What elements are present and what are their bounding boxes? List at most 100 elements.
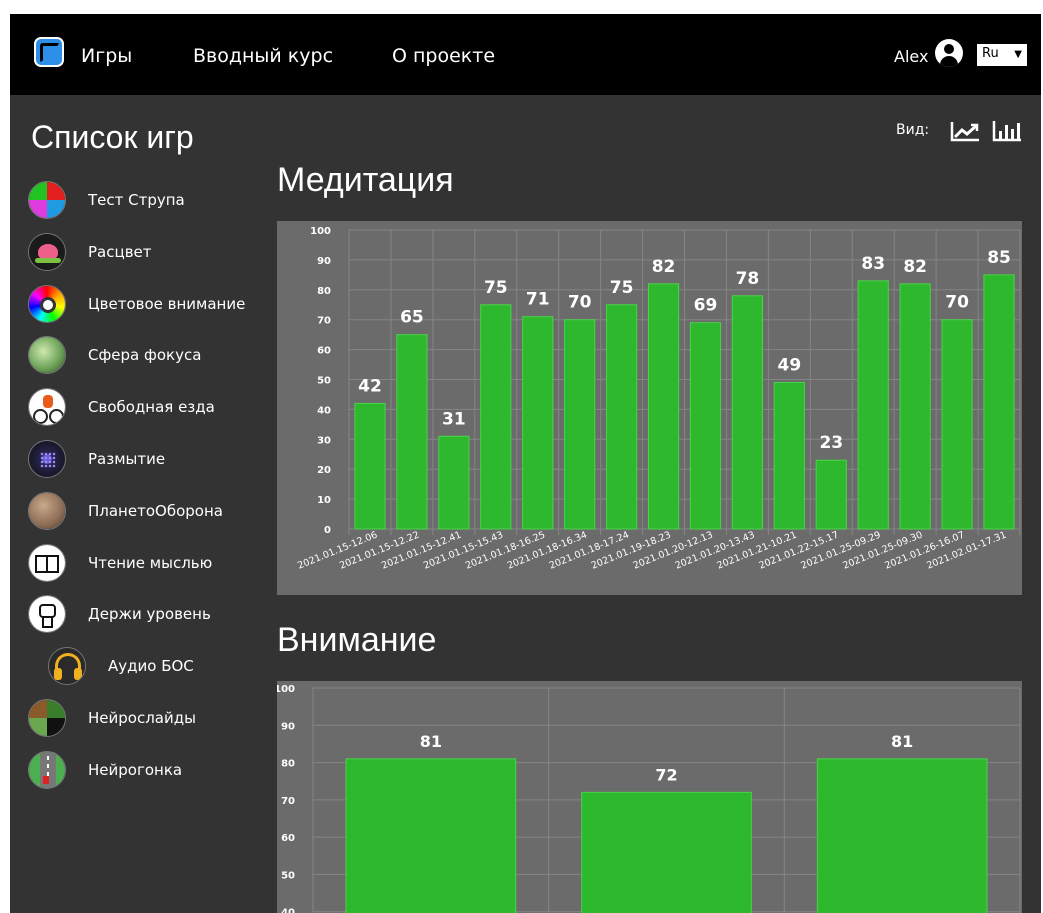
lotus-icon [28, 232, 66, 271]
data-label: 82 [652, 257, 676, 277]
data-label: 78 [736, 269, 760, 289]
chart-bar [815, 459, 847, 530]
game-item-label: Расцвет [88, 242, 152, 261]
data-label: 71 [526, 290, 550, 310]
focus-sphere-icon [28, 336, 66, 375]
chart-bar [396, 334, 428, 530]
y-tick-label: 20 [317, 465, 331, 476]
y-tick-label: 40 [317, 405, 331, 416]
game-item-label: Свободная езда [88, 398, 215, 417]
game-item-label: Размытие [88, 450, 166, 468]
y-tick-label: 50 [317, 376, 331, 387]
planet-icon [28, 491, 66, 530]
game-item[interactable]: Нейрогонка [28, 750, 182, 790]
view-label: Вид: [896, 122, 930, 138]
data-label: 65 [400, 308, 424, 328]
nav-about[interactable]: О проекте [392, 45, 495, 67]
meditation-chart: 0 10 20 30 40 50 60 70 80 90 100 42 2021.01.15-12.06… [277, 221, 1022, 595]
data-label: 81 [420, 732, 442, 751]
line-chart-icon[interactable] [950, 120, 980, 142]
data-label: 81 [891, 732, 913, 751]
language-select[interactable]: Ru ▼ [977, 44, 1027, 66]
nav-games[interactable]: Игры [81, 45, 132, 67]
data-label: 83 [861, 254, 885, 274]
game-item[interactable]: ПланетоОборона [28, 491, 223, 531]
attention-chart-title: Внимание [277, 621, 437, 659]
game-item[interactable]: Чтение мыслью [28, 543, 212, 583]
game-item-label: Цветовое внимание [88, 294, 246, 313]
data-label: 70 [568, 293, 592, 313]
attention-chart: 40 50 60 70 80 90 100 81 72 81 [274, 681, 1022, 913]
data-label: 31 [442, 409, 466, 429]
headphones-icon [48, 647, 86, 686]
game-item-label: ПланетоОборона [88, 501, 223, 520]
game-item[interactable]: Сфера фокуса [28, 335, 201, 375]
y-tick-label: 30 [317, 435, 331, 446]
data-label: 42 [358, 376, 382, 396]
app-logo-icon[interactable] [34, 37, 64, 67]
game-item[interactable]: Расцвет [28, 232, 152, 272]
game-item[interactable]: Тест Струпа [28, 180, 185, 220]
data-label: 69 [694, 296, 718, 316]
y-tick-label: 90 [317, 256, 331, 267]
user-avatar-icon[interactable] [935, 39, 963, 67]
data-label: 82 [903, 257, 927, 277]
game-item[interactable]: Размытие [28, 439, 165, 479]
y-tick-label: 0 [324, 525, 331, 536]
chevron-down-icon: ▼ [1014, 49, 1022, 60]
game-item-label: Держи уровень [88, 605, 211, 624]
game-item-label: Аудио БОС [108, 657, 194, 676]
fist-icon [28, 595, 66, 634]
bar-chart-icon[interactable] [992, 120, 1022, 142]
data-label: 72 [655, 765, 677, 784]
y-tick-label: 70 [317, 316, 331, 327]
chart-bar [480, 304, 512, 530]
meditation-chart-title: Медитация [277, 161, 454, 199]
chart-bar [689, 322, 722, 530]
chart-bar [354, 402, 386, 530]
chart-bar [647, 283, 680, 530]
user-name[interactable]: Alex [894, 47, 928, 66]
race-road-icon [28, 750, 66, 789]
y-tick-label: 60 [317, 346, 331, 357]
data-label: 49 [778, 355, 802, 375]
chart-bar [983, 274, 1015, 530]
top-navbar: Игры Вводный курс О проекте Alex Ru ▼ [10, 14, 1041, 95]
y-tick-label: 90 [281, 721, 295, 732]
chart-bar [857, 280, 889, 530]
slides-icon [28, 699, 66, 737]
data-label: 70 [945, 293, 969, 313]
game-item-label: Нейрослайды [88, 709, 196, 727]
data-label: 75 [484, 278, 508, 298]
language-value: Ru [982, 46, 999, 61]
chart-bar [941, 319, 973, 530]
y-tick-label: 80 [281, 759, 295, 770]
game-item[interactable]: Нейрослайды [28, 698, 196, 738]
game-item-label: Нейрогонка [88, 760, 183, 779]
y-tick-label: 100 [310, 226, 331, 237]
y-tick-label: 100 [277, 684, 295, 695]
chart-bar [581, 791, 752, 913]
nav-intro-course[interactable]: Вводный курс [193, 45, 333, 67]
chart-bar [605, 304, 638, 530]
data-label: 85 [987, 248, 1011, 268]
y-tick-label: 40 [281, 908, 295, 913]
chart-bar [522, 316, 554, 530]
chart-bar [816, 758, 988, 913]
game-item-label: Сфера фокуса [88, 346, 202, 365]
game-item-label: Чтение мыслью [88, 553, 213, 572]
game-item[interactable]: Цветовое внимание [28, 284, 245, 324]
data-label: 23 [819, 433, 843, 453]
game-item[interactable]: Аудио БОС [48, 646, 194, 686]
game-item[interactable]: Свободная езда [28, 387, 215, 427]
book-icon [28, 543, 66, 582]
chart-bar [773, 381, 805, 530]
attention-chart-svg: 40 50 60 70 80 90 100 81 72 81 [274, 684, 1021, 913]
stroop-test-icon [28, 181, 66, 219]
y-tick-label: 70 [281, 796, 295, 807]
y-tick-label: 80 [317, 286, 331, 297]
cyclist-icon [28, 388, 66, 427]
game-item[interactable]: Держи уровень [28, 594, 211, 634]
y-tick-label: 60 [281, 833, 295, 844]
chart-bar [564, 319, 596, 530]
